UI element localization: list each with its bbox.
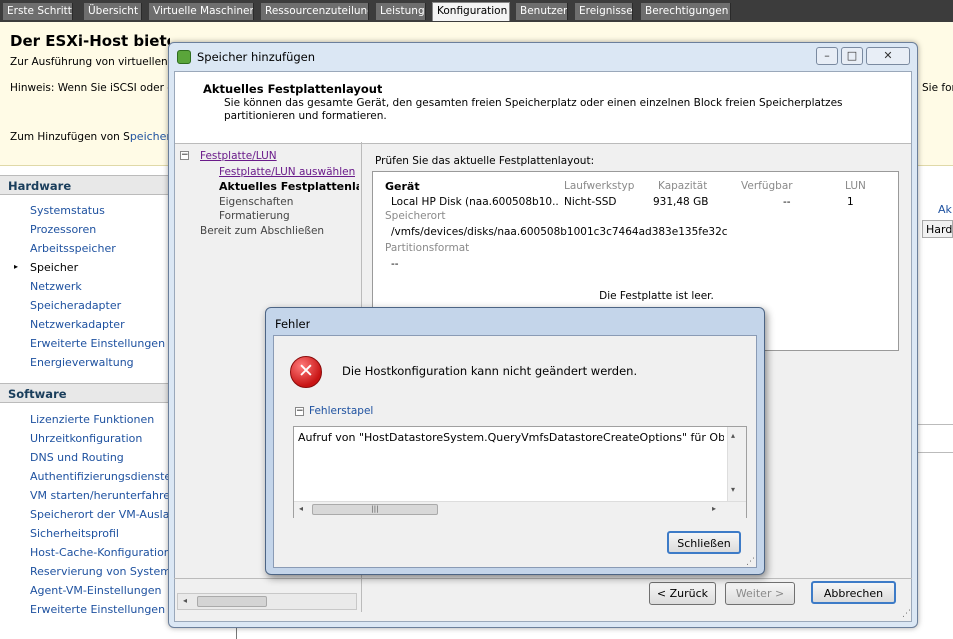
- tree-item-select-lun[interactable]: Festplatte/LUN auswählen: [219, 166, 355, 178]
- tree-item-properties: Eigenschaften: [219, 196, 294, 208]
- error-body: ✕ Die Hostkonfiguration kann nicht geänd…: [273, 335, 757, 568]
- col-available-header: Verfügbar: [741, 180, 793, 192]
- location-value: /vmfs/devices/disks/naa.600508b1001c3c74…: [391, 226, 728, 238]
- hardware-item[interactable]: Prozessoren: [30, 223, 96, 236]
- scroll-down-icon[interactable]: ▾: [731, 485, 735, 494]
- tree-item-ready: Bereit zum Abschließen: [200, 225, 325, 237]
- stack-vscrollbar[interactable]: [727, 427, 746, 501]
- error-close-button[interactable]: Schließen: [667, 531, 741, 554]
- partition-label: Partitionsformat: [385, 242, 470, 254]
- software-item[interactable]: VM starten/herunterfahren: [30, 489, 177, 502]
- resize-grip-icon[interactable]: ⋰: [746, 557, 755, 567]
- tab-berechtigungen[interactable]: Berechtigungen: [641, 3, 731, 20]
- scroll-up-icon[interactable]: ▴: [731, 431, 735, 440]
- page-hint-right: Sie for: [922, 82, 953, 94]
- footer-divider: [174, 578, 912, 579]
- panel-divider: [236, 628, 237, 639]
- minimize-button[interactable]: –: [816, 47, 838, 65]
- maximize-button[interactable]: □: [841, 47, 863, 65]
- hardware-item[interactable]: Netzwerkadapter: [30, 318, 125, 331]
- stack-scroll-thumb[interactable]: |||: [312, 504, 438, 515]
- check-layout-label: Prüfen Sie das aktuelle Festplattenlayou…: [375, 155, 595, 167]
- error-message: Die Hostkonfiguration kann nicht geänder…: [342, 364, 638, 378]
- scroll-left-icon[interactable]: ◂: [183, 596, 187, 605]
- hardware-item[interactable]: Arbeitsspeicher: [30, 242, 116, 255]
- hardware-item[interactable]: Erweiterte Einstellungen: [30, 337, 165, 350]
- tab-uebersicht[interactable]: Übersicht: [84, 3, 142, 20]
- tree-scroll-thumb[interactable]: [197, 596, 267, 607]
- tab-konfiguration[interactable]: Konfiguration: [432, 2, 510, 21]
- device-type: Nicht-SSD: [564, 196, 617, 208]
- software-item[interactable]: Lizenzierte Funktionen: [30, 413, 154, 426]
- hardware-section-title: Hardware: [0, 175, 178, 195]
- hardware-item[interactable]: Energieverwaltung: [30, 356, 134, 369]
- software-item[interactable]: Agent-VM-Einstellungen: [30, 584, 161, 597]
- hardware-item[interactable]: Speicheradapter: [30, 299, 121, 312]
- col-type-header: Laufwerkstyp: [564, 180, 635, 192]
- col-lun-header: LUN: [845, 180, 866, 192]
- software-item[interactable]: Speicherort der VM-Auslager: [30, 508, 188, 521]
- tab-virtuelle-maschinen[interactable]: Virtuelle Maschinen: [149, 3, 254, 20]
- software-item[interactable]: Host-Cache-Konfiguration: [30, 546, 171, 559]
- add-storage-text: Zum Hinzufügen von Speicher k: [10, 130, 170, 143]
- partition-value: --: [391, 258, 399, 270]
- col-capacity-header: Kapazität: [658, 180, 708, 192]
- hardware-item-selected[interactable]: Speicher: [30, 261, 78, 274]
- resize-grip-icon[interactable]: ⋰: [902, 609, 911, 619]
- page-headline: Der ESXi-Host bietet keine dauerhafte Sp…: [10, 32, 170, 50]
- back-button[interactable]: < Zurück: [649, 582, 716, 605]
- right-column-header: Hardv: [922, 220, 953, 238]
- software-item[interactable]: Sicherheitsprofil: [30, 527, 119, 540]
- software-item[interactable]: Authentifizierungsdienste: [30, 470, 171, 483]
- page-subtitle: Zur Ausführung von virtuellen Ma: [10, 56, 170, 68]
- tree-item-festplatte-lun[interactable]: Festplatte/LUN: [200, 150, 277, 162]
- software-item[interactable]: DNS und Routing: [30, 451, 124, 464]
- device-available: --: [783, 196, 791, 208]
- error-icon: ✕: [290, 356, 322, 388]
- next-button[interactable]: Weiter >: [725, 582, 795, 605]
- tab-bar: Erste Schritte Übersicht Virtuelle Masch…: [0, 0, 953, 22]
- storage-app-icon: [177, 50, 191, 64]
- tab-ressourcenzuteilung[interactable]: Ressourcenzuteilung: [261, 3, 369, 20]
- tab-erste-schritte[interactable]: Erste Schritte: [3, 3, 73, 20]
- device-capacity: 931,48 GB: [653, 196, 709, 208]
- error-dialog: Fehler ✕ Die Hostkonfiguration kann nich…: [265, 307, 765, 575]
- col-device-header: Gerät: [385, 180, 420, 193]
- hardware-item[interactable]: Systemstatus: [30, 204, 105, 217]
- error-title: Fehler: [275, 317, 311, 331]
- tab-benutzer[interactable]: Benutzer: [516, 3, 568, 20]
- location-label: Speicherort: [385, 210, 446, 222]
- right-link[interactable]: Ak: [938, 203, 953, 216]
- device-lun: 1: [847, 196, 854, 208]
- close-window-button[interactable]: ✕: [866, 47, 910, 65]
- page-hint: Hinweis: Wenn Sie iSCSI oder ein: [10, 82, 170, 94]
- add-storage-link[interactable]: peicher k: [130, 130, 170, 143]
- header-title: Aktuelles Festplattenlayout: [203, 82, 383, 96]
- cancel-button[interactable]: Abbrechen: [811, 581, 896, 604]
- error-stack-toggle[interactable]: Fehlerstapel: [309, 405, 373, 417]
- header-description: Sie können das gesamte Gerät, den gesamt…: [224, 97, 843, 122]
- scroll-left-icon[interactable]: ◂: [299, 504, 303, 513]
- tree-item-formatting: Formatierung: [219, 210, 290, 222]
- device-name: Local HP Disk (naa.600508b10...: [391, 196, 559, 208]
- dialog-title: Speicher hinzufügen: [197, 50, 316, 64]
- tab-ereignisse[interactable]: Ereignisse: [575, 3, 633, 20]
- stack-collapse-icon[interactable]: −: [295, 407, 304, 416]
- disk-empty-message: Die Festplatte ist leer.: [599, 290, 714, 302]
- software-item[interactable]: Reservierung von Systemres: [30, 565, 188, 578]
- tab-leistung[interactable]: Leistung: [376, 3, 426, 20]
- collapse-icon[interactable]: −: [180, 151, 189, 160]
- hardware-item[interactable]: Netzwerk: [30, 280, 82, 293]
- software-item[interactable]: Erweiterte Einstellungen: [30, 603, 165, 616]
- tree-item-current-layout: Aktuelles Festplattenlayout: [219, 180, 359, 193]
- scroll-right-icon[interactable]: ▸: [712, 504, 716, 513]
- right-divider: [918, 424, 953, 425]
- error-stack-text: Aufruf von "HostDatastoreSystem.QueryVmf…: [298, 431, 724, 444]
- selected-bullet-icon: ▸: [14, 262, 19, 271]
- right-divider: [918, 452, 953, 453]
- error-stack-box[interactable]: Aufruf von "HostDatastoreSystem.QueryVmf…: [293, 426, 747, 518]
- software-section-title: Software: [0, 383, 178, 403]
- software-item[interactable]: Uhrzeitkonfiguration: [30, 432, 142, 445]
